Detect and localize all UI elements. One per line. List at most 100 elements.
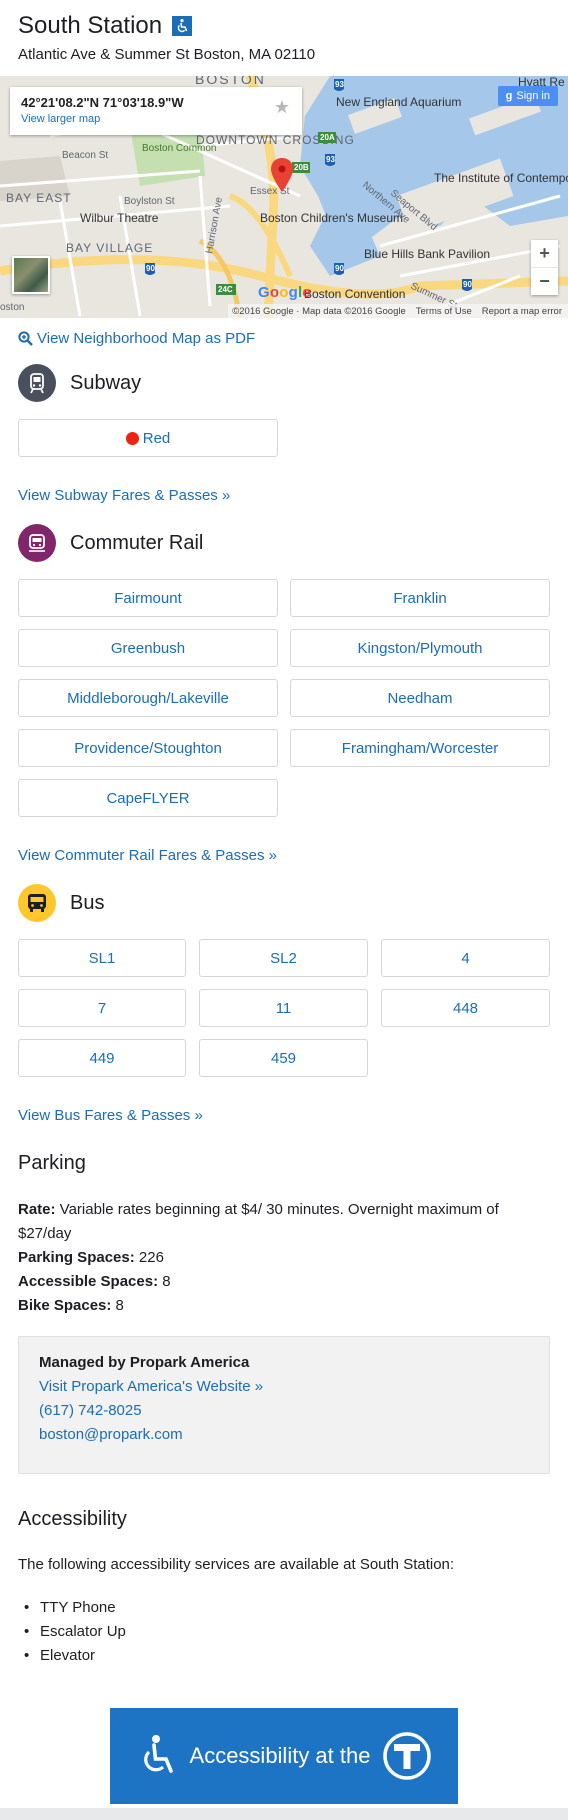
parking-heading: Parking (18, 1152, 86, 1174)
accessibility-banner-label: Accessibility at the (189, 1743, 371, 1768)
svg-text:Wilbur Theatre: Wilbur Theatre (80, 211, 159, 225)
google-logo-letter: o (269, 284, 280, 301)
zoom-out-button[interactable]: − (531, 268, 558, 295)
pdf-link-label: View Neighborhood Map as PDF (37, 330, 256, 347)
svg-text:90: 90 (146, 264, 155, 273)
svg-text:The Institute of Contemporary: The Institute of Contemporary Art/Bost (434, 171, 568, 185)
google-logo: Google (258, 284, 311, 301)
map-info-card: 42°21'08.2"N 71°03'18.9"W View larger ma… (10, 87, 302, 135)
route-button-capeflyer[interactable]: CapeFLYER (18, 779, 278, 817)
rate-value: Variable rates beginning at $4/ 30 minut… (55, 1201, 499, 1218)
route-button-framingham-worcester[interactable]: Framingham/Worcester (290, 729, 550, 767)
google-logo-letter: g (288, 284, 298, 301)
route-button-7[interactable]: 7 (18, 989, 186, 1027)
svg-text:Boylston St: Boylston St (124, 196, 175, 207)
operator-website-link[interactable]: Visit Propark America's Website » (39, 1375, 529, 1399)
route-button-kingston-plymouth[interactable]: Kingston/Plymouth (290, 629, 550, 667)
svg-text:BAY EAST: BAY EAST (6, 191, 72, 205)
page-title: South Station (18, 12, 163, 39)
operator-email-link[interactable]: boston@propark.com (39, 1423, 529, 1447)
svg-text:Boston Convention: Boston Convention (304, 287, 405, 301)
station-page: South Station Atlantic Ave & Summer St B… (0, 0, 568, 1820)
zoom-in-icon (18, 331, 33, 346)
commuter-rail-fares-link[interactable]: View Commuter Rail Fares & Passes » (18, 847, 277, 864)
bus-section-header: Bus (18, 884, 104, 922)
route-button-449[interactable]: 449 (18, 1039, 186, 1077)
wheelchair-icon (143, 1735, 173, 1773)
rate-label: Rate: (18, 1201, 56, 1218)
commuter-rail-icon (18, 524, 56, 562)
accessible-spaces: Accessible Spaces: 8 (18, 1270, 538, 1294)
list-item: TTY Phone (24, 1596, 126, 1620)
list-item: Escalator Up (24, 1620, 126, 1644)
route-button-needham[interactable]: Needham (290, 679, 550, 717)
route-button-4[interactable]: 4 (381, 939, 550, 977)
neighborhood-map-pdf-link[interactable]: View Neighborhood Map as PDF (18, 330, 255, 347)
subway-fares-link[interactable]: View Subway Fares & Passes » (18, 487, 230, 504)
parking-spaces: Parking Spaces: 226 (18, 1246, 538, 1270)
route-button-sl1[interactable]: SL1 (18, 939, 186, 977)
map-copyright: ©2016 Google · Map data ©2016 Google (232, 305, 406, 317)
route-button-providence-stoughton[interactable]: Providence/Stoughton (18, 729, 278, 767)
google-logo-letter: e (302, 284, 311, 301)
route-label: Red (142, 429, 171, 447)
mbta-t-logo-icon (383, 1732, 432, 1780)
route-button-448[interactable]: 448 (381, 989, 550, 1027)
parking-info: Rate: Variable rates beginning at $4/ 30… (18, 1198, 538, 1318)
route-button-middleborough-lakeville[interactable]: Middleborough/Lakeville (18, 679, 278, 717)
commuter-rail-title: Commuter Rail (70, 531, 204, 554)
report-map-error-link[interactable]: Report a map error (482, 306, 562, 317)
bus-title: Bus (70, 891, 105, 914)
accessible-spaces-label: Accessible Spaces: (18, 1273, 159, 1290)
svg-text:Blue Hills Bank Pavilion: Blue Hills Bank Pavilion (364, 247, 490, 261)
star-icon[interactable]: ★ (274, 97, 290, 118)
operator-name: Managed by Propark America (39, 1354, 250, 1371)
map-pin-icon[interactable] (271, 158, 293, 199)
parking-rate: Rate: Variable rates beginning at $4/ 30… (18, 1198, 538, 1222)
route-button-11[interactable]: 11 (199, 989, 368, 1027)
red-line-dot-icon (125, 431, 139, 445)
zoom-in-button[interactable]: + (531, 240, 558, 267)
route-button-sl2[interactable]: SL2 (199, 939, 368, 977)
map-coordinates: 42°21'08.2"N 71°03'18.9"W (21, 95, 184, 110)
subway-section-header: Subway (18, 364, 141, 402)
route-button-459[interactable]: 459 (199, 1039, 368, 1077)
commuter-rail-section-header: Commuter Rail (18, 524, 203, 562)
bike-spaces-label: Bike Spaces: (18, 1297, 112, 1314)
accessibility-intro: The following accessibility services are… (18, 1556, 455, 1573)
svg-text:93: 93 (326, 155, 335, 164)
svg-text:93: 93 (335, 80, 344, 89)
map-signin-button[interactable]: g Sign in (497, 86, 558, 106)
svg-text:BAY VILLAGE: BAY VILLAGE (66, 241, 153, 255)
subway-icon (18, 364, 56, 402)
bus-icon (18, 884, 56, 922)
station-map[interactable]: BOSTON Beacon St Boston Common DOWNTOWN … (0, 76, 568, 318)
subway-title: Subway (70, 371, 142, 394)
route-button-greenbush[interactable]: Greenbush (18, 629, 278, 667)
svg-text:BOSTON: BOSTON (195, 76, 266, 87)
accessible-spaces-value: 8 (158, 1273, 171, 1290)
bus-fares-link[interactable]: View Bus Fares & Passes » (18, 1107, 203, 1124)
page-footer-strip (0, 1808, 568, 1820)
accessibility-banner[interactable]: Accessibility at the (110, 1708, 458, 1804)
station-address: Atlantic Ave & Summer St Boston, MA 0211… (18, 46, 316, 63)
svg-text:20B: 20B (294, 163, 309, 172)
parking-operator-box: Managed by Propark America Visit Propark… (18, 1336, 550, 1474)
terms-link[interactable]: Terms of Use (416, 306, 472, 317)
parking-spaces-label: Parking Spaces: (18, 1249, 135, 1266)
svg-text:90: 90 (335, 264, 344, 273)
satellite-toggle[interactable] (12, 256, 50, 294)
view-larger-map-link[interactable]: View larger map (21, 113, 291, 125)
parking-rate-cont: $27/day (18, 1225, 72, 1242)
list-item: Elevator (24, 1644, 126, 1668)
bike-spaces-value: 8 (111, 1297, 124, 1314)
operator-phone-link[interactable]: (617) 742-8025 (39, 1399, 529, 1423)
accessibility-heading: Accessibility (18, 1508, 127, 1530)
google-logo-letter: o (279, 284, 289, 301)
route-button-franklin[interactable]: Franklin (290, 579, 550, 617)
route-button-fairmount[interactable]: Fairmount (18, 579, 278, 617)
google-logo-letter: G (258, 284, 270, 301)
svg-text:Beacon St: Beacon St (62, 150, 108, 161)
svg-text:New England Aquarium: New England Aquarium (336, 95, 461, 109)
route-button-red[interactable]: Red (18, 419, 278, 457)
